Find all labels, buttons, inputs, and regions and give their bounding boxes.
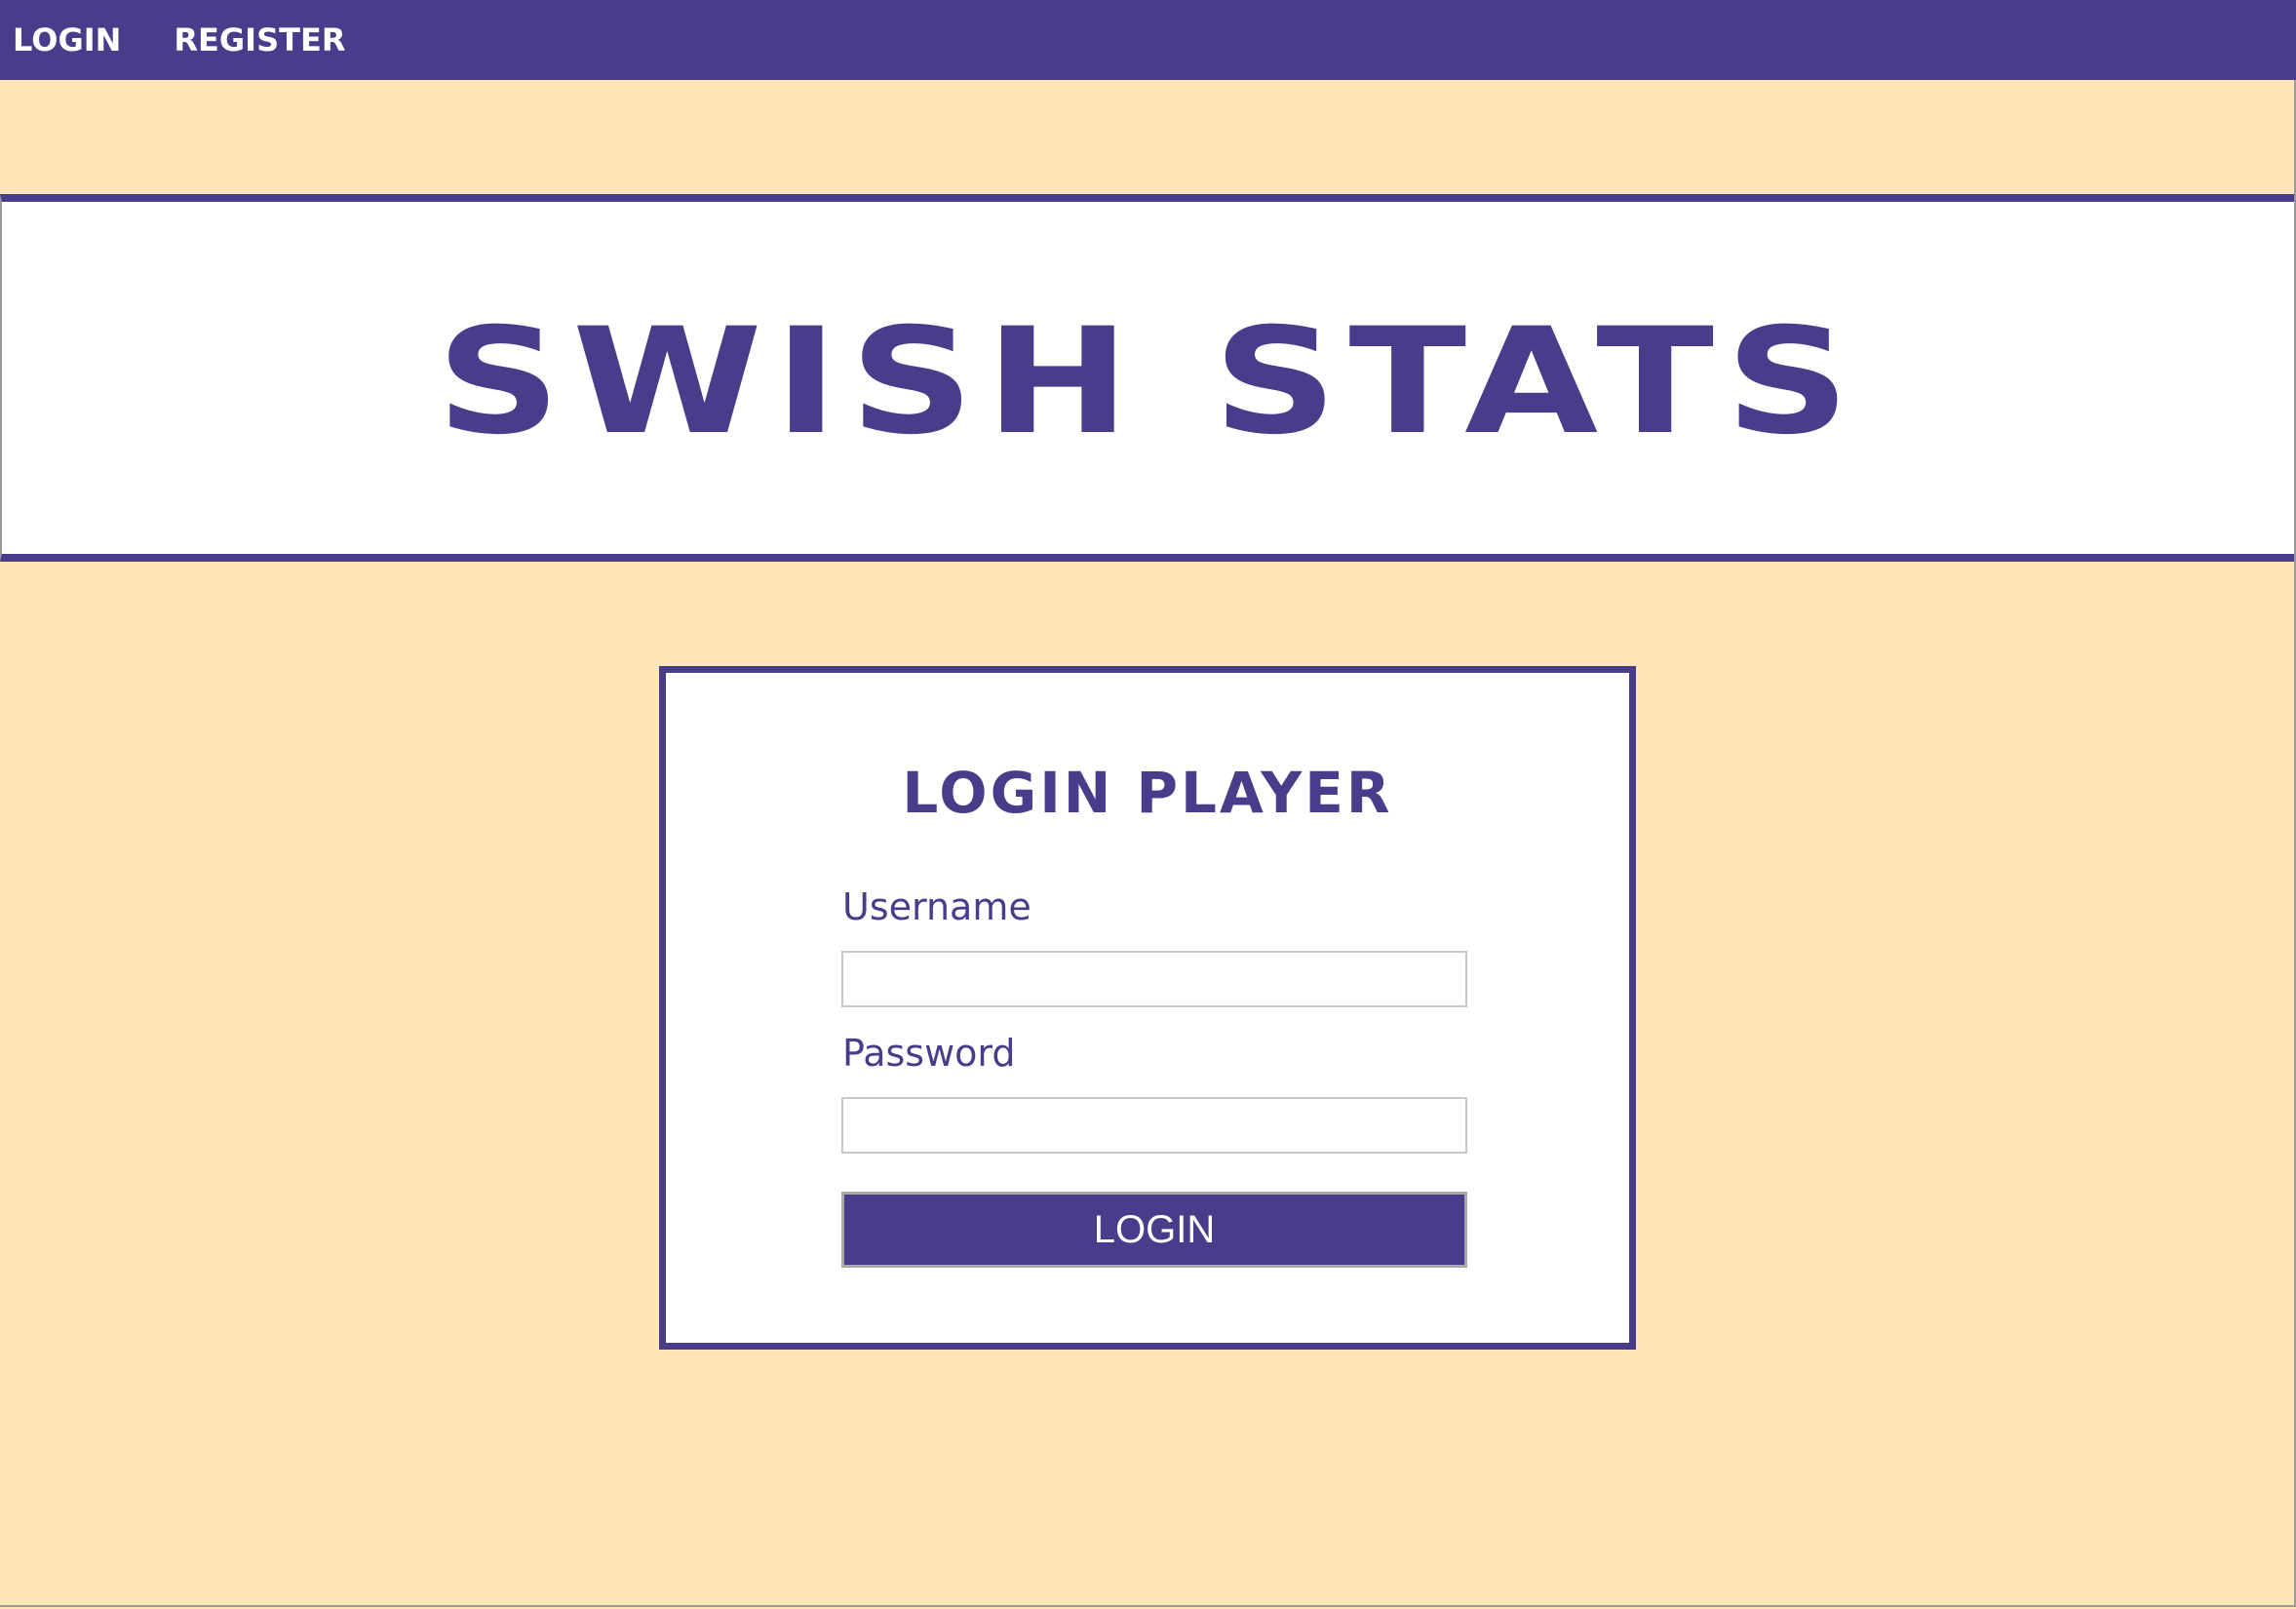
top-spacer-band <box>0 80 2296 194</box>
login-form-title: LOGIN PLAYER <box>902 760 1393 826</box>
password-label: Password <box>842 1032 1016 1075</box>
bottom-edge-border <box>0 1605 2296 1607</box>
login-submit-button[interactable]: LOGIN <box>841 1192 1467 1268</box>
password-input[interactable] <box>841 1097 1467 1154</box>
username-input[interactable] <box>841 951 1467 1007</box>
nav-register-link[interactable]: REGISTER <box>174 24 345 56</box>
username-label: Username <box>842 885 1031 928</box>
site-title: SWISH STATS <box>436 296 1862 467</box>
nav-login-link[interactable]: LOGIN <box>13 24 121 56</box>
top-navigation: LOGIN REGISTER <box>0 0 2296 80</box>
login-form-card: LOGIN PLAYER Username Password LOGIN <box>659 666 1636 1350</box>
site-banner: SWISH STATS <box>0 194 2296 562</box>
